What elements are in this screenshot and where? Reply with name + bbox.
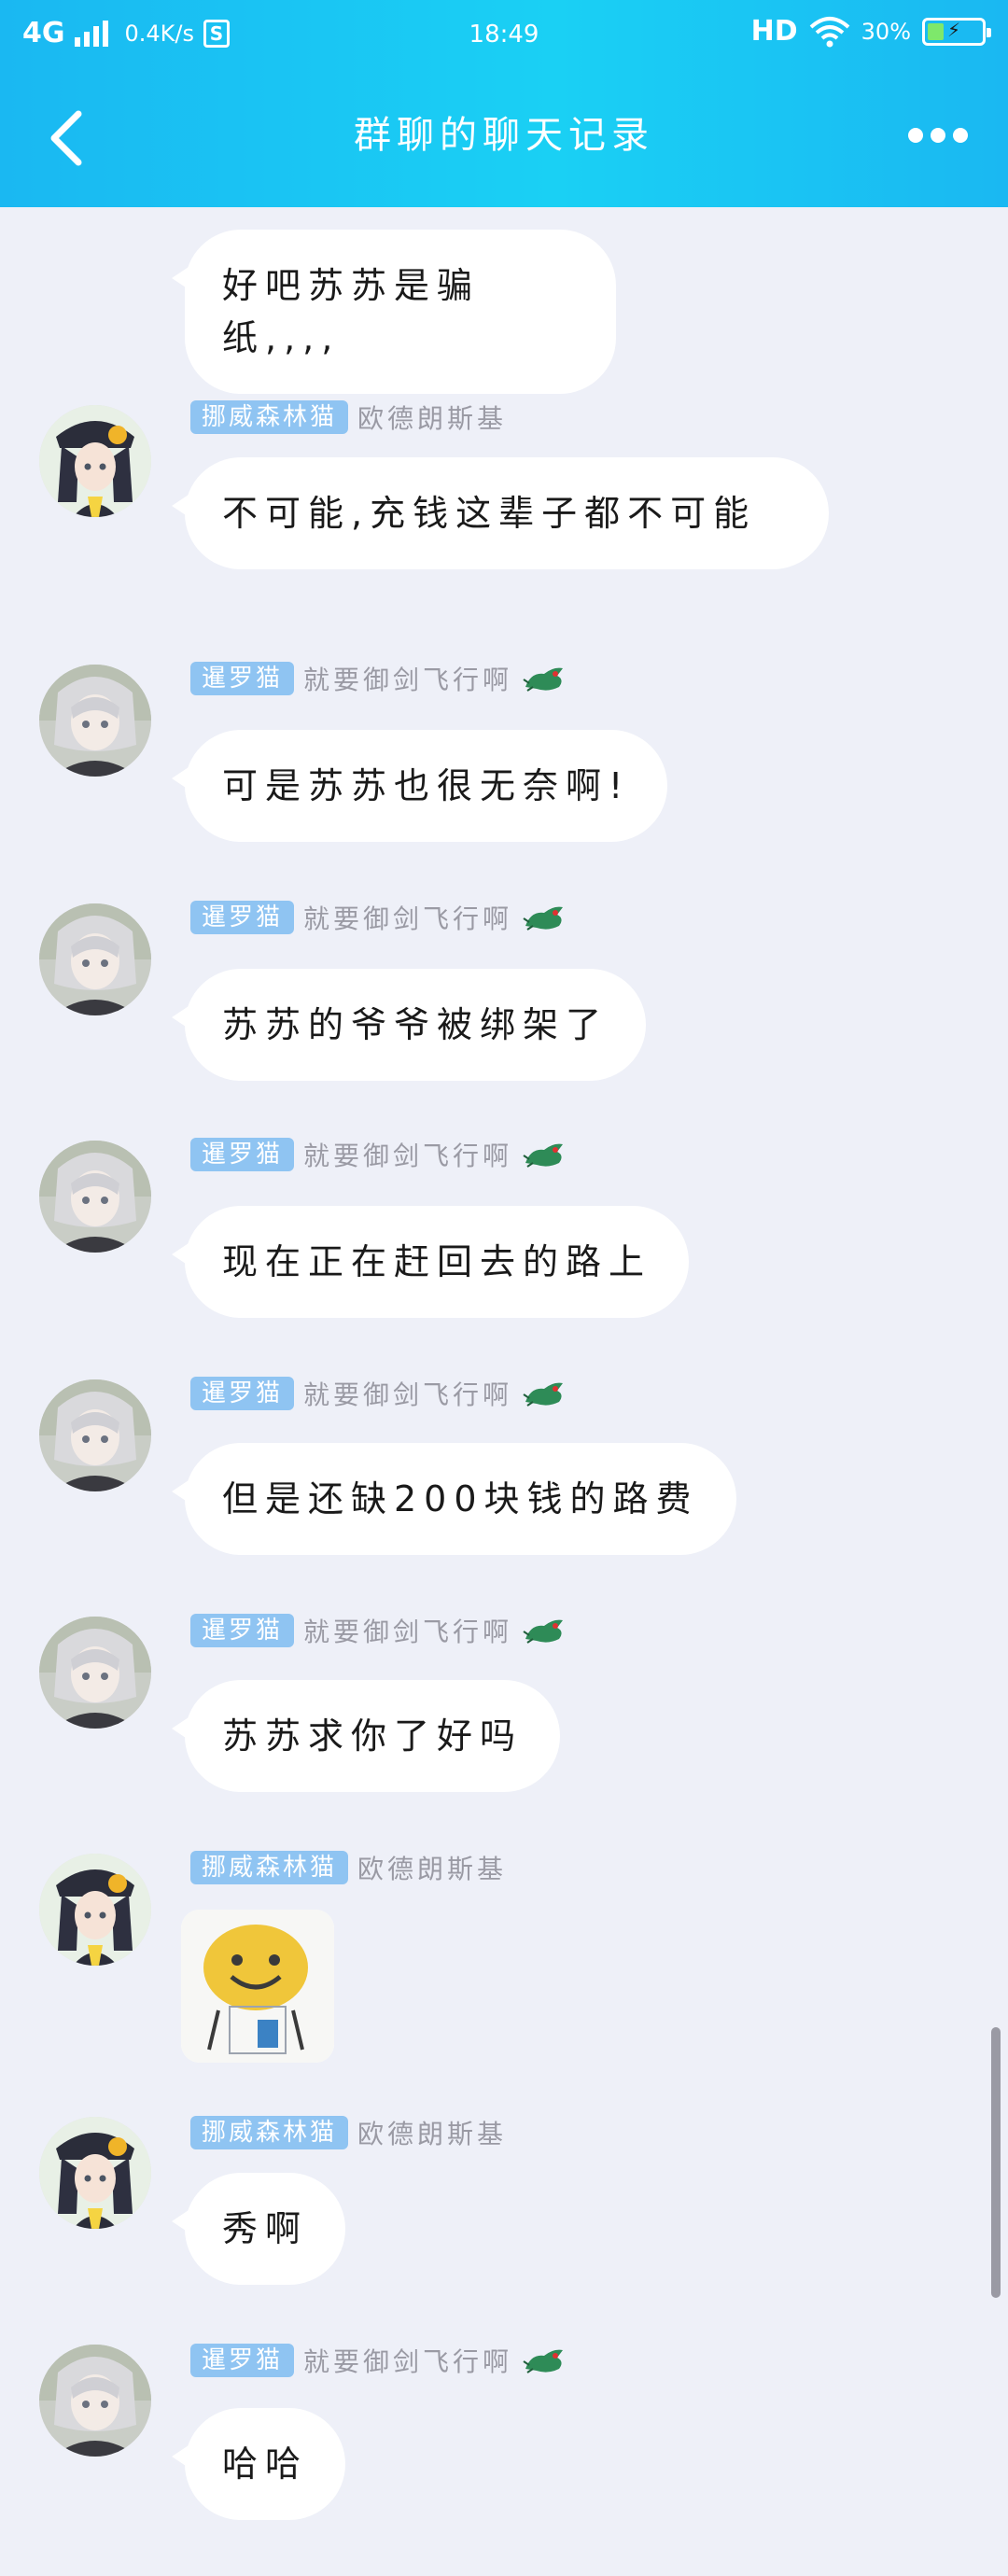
sender-meta: 挪威森林猫 欧德朗斯基: [190, 2115, 507, 2150]
sender-meta: 挪威森林猫 欧德朗斯基: [190, 399, 507, 435]
message-bubble[interactable]: 哈哈: [171, 2408, 346, 2520]
sender-nickname[interactable]: 就要御剑飞行啊: [303, 660, 512, 697]
battery-icon: ⚡: [922, 17, 991, 46]
member-title-badge: 暹罗猫: [190, 901, 295, 934]
nav-bar: 群聊的聊天记录: [0, 69, 1008, 207]
message-bubble[interactable]: 现在正在赶回去的路上: [171, 1206, 690, 1318]
dragon-icon: [523, 1619, 564, 1644]
avatar[interactable]: [39, 1379, 151, 1491]
dragon-icon: [523, 2349, 564, 2373]
sender-nickname[interactable]: 欧德朗斯基: [357, 2114, 507, 2151]
dragon-icon: [523, 667, 564, 692]
avatar[interactable]: [39, 1141, 151, 1253]
member-title-badge: 暹罗猫: [190, 662, 295, 695]
more-dot: [931, 128, 945, 143]
member-title-badge: 挪威森林猫: [190, 1851, 349, 1884]
dragon-icon-wrap: [522, 1374, 567, 1413]
sender-nickname[interactable]: 欧德朗斯基: [357, 1849, 507, 1886]
message-bubble[interactable]: 苏苏求你了好吗: [171, 1680, 561, 1792]
chat-history[interactable]: 好吧苏苏是骗纸,,,, 挪威森林猫 欧德朗斯基 不可能,充钱这辈子都不可能 暹罗猫 就要御…: [0, 207, 1008, 2576]
scrollbar[interactable]: [991, 2027, 1001, 2298]
hd-indicator: HD: [750, 15, 798, 48]
message-bubble[interactable]: 可是苏苏也很无奈啊!: [171, 730, 668, 842]
message-bubble[interactable]: 秀啊: [171, 2173, 346, 2285]
sender-nickname[interactable]: 就要御剑飞行啊: [303, 899, 512, 936]
dragon-icon-wrap: [522, 659, 567, 698]
sender-nickname[interactable]: 就要御剑飞行啊: [303, 1612, 512, 1649]
sender-nickname[interactable]: 就要御剑飞行啊: [303, 2342, 512, 2379]
sticker-message[interactable]: [181, 1910, 334, 2063]
avatar[interactable]: [39, 1617, 151, 1729]
member-title-badge: 挪威森林猫: [190, 2116, 349, 2149]
member-title-badge: 暹罗猫: [190, 1614, 295, 1647]
sender-meta: 暹罗猫 就要御剑飞行啊: [190, 1613, 567, 1648]
message-bubble[interactable]: 但是还缺200块钱的路费: [172, 1443, 736, 1555]
member-title-badge: 暹罗猫: [190, 1138, 295, 1171]
dragon-icon: [523, 1382, 564, 1407]
sender-meta: 暹罗猫 就要御剑飞行啊: [190, 2343, 567, 2378]
wifi-icon: [809, 16, 849, 47]
status-right: HD 30% ⚡: [750, 15, 991, 48]
dragon-icon: [523, 906, 564, 931]
status-bar: 4G 0.4K/s S 18:49 HD 30% ⚡: [0, 0, 1008, 69]
sender-meta: 暹罗猫 就要御剑飞行啊: [190, 661, 567, 696]
sender-nickname[interactable]: 欧德朗斯基: [357, 399, 507, 436]
member-title-badge: 暹罗猫: [190, 2344, 295, 2377]
smiley-sticker: [181, 1910, 334, 2063]
battery-percent: 30%: [861, 18, 911, 45]
sender-nickname[interactable]: 就要御剑飞行啊: [303, 1136, 512, 1173]
dragon-icon-wrap: [522, 1135, 567, 1174]
member-title-badge: 挪威森林猫: [190, 400, 349, 434]
avatar[interactable]: [39, 405, 151, 517]
charging-bolt-icon: ⚡: [946, 18, 961, 41]
dragon-icon-wrap: [522, 898, 567, 937]
avatar[interactable]: [39, 1854, 151, 1966]
message-bubble[interactable]: 苏苏的爷爷被绑架了: [171, 969, 647, 1081]
sender-nickname[interactable]: 就要御剑飞行啊: [303, 1375, 512, 1412]
avatar[interactable]: [39, 2117, 151, 2229]
message-bubble[interactable]: 不可能,充钱这辈子都不可能: [172, 457, 829, 569]
sender-meta: 暹罗猫 就要御剑飞行啊: [190, 1376, 567, 1411]
dragon-icon-wrap: [522, 1611, 567, 1650]
message-bubble[interactable]: 好吧苏苏是骗纸,,,,: [172, 230, 616, 394]
more-dots-icon: [908, 128, 923, 143]
avatar[interactable]: [39, 903, 151, 1015]
more-dot: [953, 128, 968, 143]
sender-meta: 暹罗猫 就要御剑飞行啊: [190, 900, 567, 935]
avatar[interactable]: [39, 2345, 151, 2457]
dragon-icon-wrap: [522, 2341, 567, 2380]
member-title-badge: 暹罗猫: [190, 1377, 295, 1410]
page-title: 群聊的聊天记录: [354, 114, 654, 157]
top-bar: 4G 0.4K/s S 18:49 HD 30% ⚡ 群聊的聊天记录: [0, 0, 1008, 207]
sender-meta: 挪威森林猫 欧德朗斯基: [190, 1850, 507, 1885]
more-button[interactable]: [896, 112, 980, 159]
avatar[interactable]: [39, 665, 151, 777]
dragon-icon: [523, 1143, 564, 1168]
sender-meta: 暹罗猫 就要御剑飞行啊: [190, 1137, 567, 1172]
